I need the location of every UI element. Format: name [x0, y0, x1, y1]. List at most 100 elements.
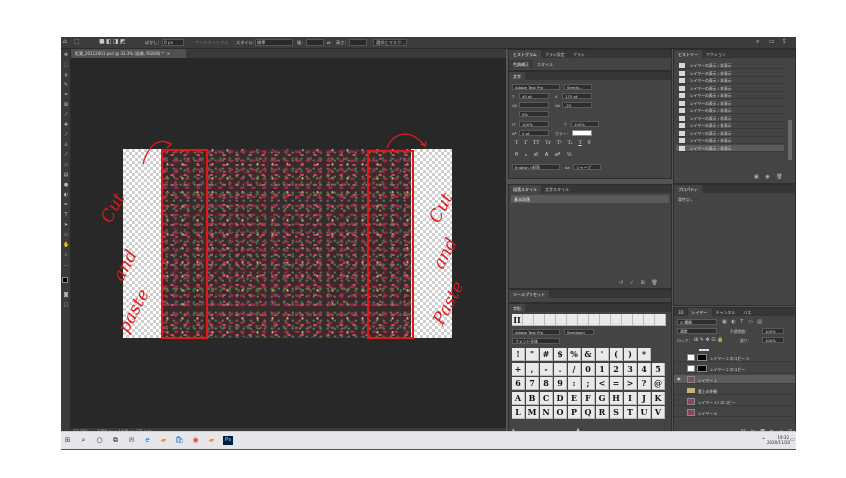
glyph-cell[interactable]: N	[540, 406, 553, 419]
fill-input[interactable]: 100%	[762, 337, 784, 343]
recent-glyph-empty[interactable]	[644, 314, 655, 326]
glyph-style-select[interactable]: Semibold	[564, 329, 594, 335]
clock[interactable]: 19:32 2020/11/20	[767, 435, 790, 445]
tab-paths[interactable]: パス	[739, 308, 755, 316]
glyph-cell[interactable]: =	[610, 377, 623, 390]
glyph-cell[interactable]: +	[512, 362, 525, 376]
tab-properties[interactable]: プロパティ	[674, 185, 702, 193]
glyph-cell[interactable]: I	[624, 391, 637, 405]
type-filter-icon[interactable]: T	[740, 319, 743, 325]
glyph-cell[interactable]: V	[652, 406, 665, 419]
glyph-cell[interactable]: 4	[638, 362, 651, 376]
history-item[interactable]: レイヤーの表示 / 非表示	[676, 130, 784, 137]
recent-glyph-empty[interactable]	[534, 314, 545, 326]
glyph-cell[interactable]: T	[624, 406, 637, 419]
glyph-cell[interactable]: #	[540, 348, 553, 361]
zoom-icon[interactable]: ⌕	[63, 253, 69, 258]
layer-kind-filter[interactable]: Q 種類	[677, 319, 717, 325]
horizontal-scale-input[interactable]: 100%	[571, 121, 599, 127]
lock-icons[interactable]: ⊞ ✎ ✥ ⊡ 🔒	[694, 337, 723, 343]
screen-mode-icon[interactable]: ▢	[63, 303, 69, 308]
heal-icon[interactable]: ✚	[63, 123, 69, 128]
history-item[interactable]: レイヤーの表示 / 非表示	[676, 70, 784, 77]
glyph-cell[interactable]: ;	[582, 377, 595, 390]
visibility-eye-icon[interactable]	[677, 388, 681, 392]
path-select-icon[interactable]: ➤	[63, 223, 69, 228]
ordinal-icon[interactable]: aª	[555, 152, 560, 158]
brush-icon[interactable]: ⁄	[63, 133, 69, 138]
glyph-cell[interactable]: S	[610, 406, 623, 419]
glyph-cell[interactable]: ?	[638, 377, 651, 390]
tab-channels[interactable]: チャンネル	[712, 308, 740, 316]
history-item[interactable]: レイヤーの表示 / 非表示	[676, 115, 784, 122]
glyph-cell[interactable]: F	[582, 391, 595, 405]
leading-input[interactable]: 175 pt	[562, 93, 592, 99]
close-tab-icon[interactable]: ×	[167, 51, 170, 56]
glyph-cell[interactable]: M	[526, 406, 539, 419]
glyph-cell[interactable]: %	[568, 348, 581, 361]
delete-state-icon[interactable]: 🗑	[776, 174, 782, 180]
glyph-cell[interactable]: >	[624, 377, 637, 390]
glyph-cell[interactable]: :	[568, 377, 581, 390]
faux-italic-button[interactable]: T	[524, 140, 527, 146]
blur-icon[interactable]: ●	[63, 183, 69, 188]
store-icon[interactable]: 🛍	[175, 436, 184, 445]
style-select[interactable]: 標準	[255, 39, 293, 46]
visibility-eye-icon[interactable]	[677, 355, 681, 359]
history-item[interactable]: レイヤーの表示 / 非表示	[676, 85, 784, 92]
tab-histogram[interactable]: ヒストグラム	[509, 50, 541, 58]
recent-glyph-empty[interactable]	[622, 314, 633, 326]
glyph-cell[interactable]: !	[512, 348, 525, 361]
text-color-swatch[interactable]	[572, 130, 592, 136]
glyph-cell[interactable]: H	[610, 391, 623, 405]
tab-3d[interactable]: 3D	[674, 308, 688, 316]
glyph-cell[interactable]: Q	[582, 406, 595, 419]
tab-character-styles[interactable]: 文字スタイル	[541, 185, 573, 193]
kerning-input[interactable]	[519, 102, 549, 108]
dodge-icon[interactable]: ◐	[63, 193, 69, 198]
strikethrough-button[interactable]: T̶	[587, 140, 590, 146]
quick-select-icon[interactable]: ✎	[63, 83, 69, 88]
glyph-cell[interactable]: E	[568, 391, 581, 405]
task-view-icon[interactable]: ⧉	[111, 436, 120, 445]
pixel-filter-icon[interactable]: ▣	[722, 319, 727, 325]
glyph-cell[interactable]: <	[596, 377, 609, 390]
tab-styles[interactable]: スタイル	[533, 60, 557, 68]
glyph-cell[interactable]: B	[526, 391, 539, 405]
pen-icon[interactable]: ✒	[63, 203, 69, 208]
language-select[interactable]: English (米国)	[512, 164, 560, 170]
layer-row[interactable]: ◉ レイヤー 2	[674, 375, 795, 384]
glyph-cell[interactable]: G	[596, 391, 609, 405]
frame-icon[interactable]: ⊠	[63, 103, 69, 108]
glyph-cell[interactable]: .	[554, 362, 567, 376]
search-icon[interactable]: ⌕	[79, 436, 88, 445]
delete-style-icon[interactable]: 🗑	[651, 280, 657, 286]
intersect-selection-icon[interactable]: ◩	[120, 38, 126, 45]
home-icon[interactable]: ⌂	[63, 38, 67, 45]
glyph-cell[interactable]: L	[512, 406, 525, 419]
glyph-cell[interactable]: C	[540, 391, 553, 405]
glyph-cell[interactable]: 8	[540, 377, 553, 390]
visibility-eye-icon[interactable]	[677, 410, 681, 414]
opacity-input[interactable]: 100%	[762, 328, 784, 334]
glyph-cell[interactable]: 3	[624, 362, 637, 376]
glyph-cell[interactable]: 5	[652, 362, 665, 376]
history-item[interactable]: レイヤーの表示 / 非表示	[676, 107, 784, 114]
subtract-selection-icon[interactable]: ◨	[113, 38, 119, 45]
layer-row[interactable]: 雲上の外観	[674, 386, 795, 395]
glyph-filter-select[interactable]: フォント全体	[512, 338, 560, 344]
glyph-cell[interactable]: (	[610, 348, 623, 361]
tab-tool-presets[interactable]: ツールプリセット	[509, 290, 549, 298]
faux-bold-button[interactable]: T	[515, 140, 518, 146]
search-icon[interactable]: ⌕	[756, 38, 759, 46]
antialias-checkbox[interactable]: アンチエイリアス	[195, 40, 228, 46]
history-item[interactable]: レイヤーの表示 / 非表示	[676, 122, 784, 129]
more-tools-icon[interactable]: …	[63, 263, 69, 268]
adjustment-filter-icon[interactable]: ◐	[731, 319, 735, 325]
recent-glyph-empty[interactable]	[523, 314, 534, 326]
eraser-icon[interactable]: ▱	[63, 163, 69, 168]
ligature-icon[interactable]: fi	[515, 152, 518, 158]
titling-icon[interactable]: A	[545, 152, 548, 158]
tab-brush-settings[interactable]: ブラシ設定	[541, 50, 569, 58]
mail-icon[interactable]: ✉	[127, 436, 136, 445]
